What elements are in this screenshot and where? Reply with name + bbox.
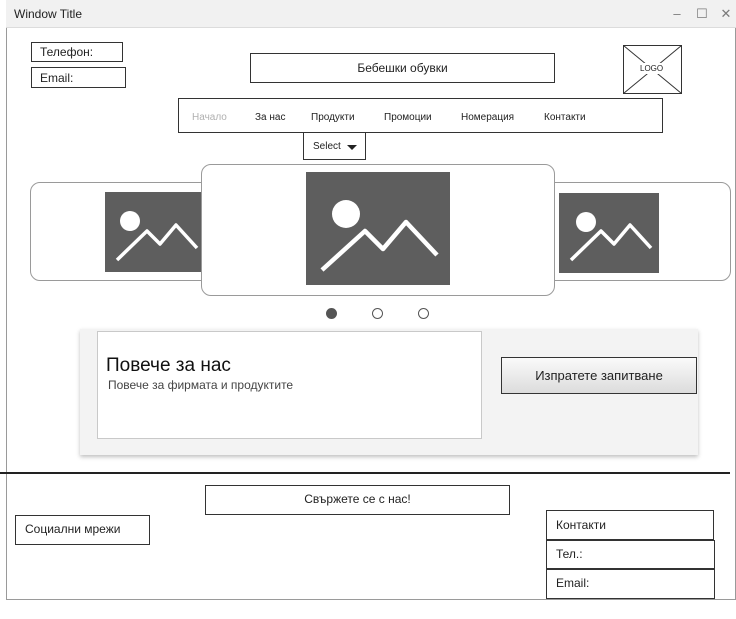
about-subtitle: Повече за фирмата и продуктите <box>108 378 294 392</box>
window-title: Window Title <box>14 7 83 21</box>
footer-email-box: Email: <box>546 569 715 599</box>
footer-divider <box>0 472 730 474</box>
site-title-box: Бебешки обувки <box>250 53 555 83</box>
footer-phone-box: Тел.: <box>546 540 715 569</box>
maximize-icon[interactable]: ☐ <box>692 4 712 24</box>
nav-item-about[interactable]: За нас <box>255 112 285 123</box>
footer-email-label: Email: <box>556 576 590 590</box>
logo[interactable]: LOGO <box>623 45 682 94</box>
select-dropdown[interactable]: Select <box>303 132 366 160</box>
social-networks-label: Социални мрежи <box>25 522 121 536</box>
footer-contacts-title-box: Контакти <box>546 510 714 540</box>
nav-item-products[interactable]: Продукти <box>311 112 355 123</box>
title-bar <box>6 0 736 28</box>
minimize-icon[interactable]: – <box>667 4 687 24</box>
footer-phone-label: Тел.: <box>556 547 583 561</box>
send-inquiry-button[interactable]: Изпратете запитване <box>501 357 697 394</box>
about-heading: Повече за нас <box>106 355 231 376</box>
contact-us-label: Свържете се с нас! <box>304 492 411 506</box>
email-label: Email: <box>40 71 74 85</box>
contact-us-box[interactable]: Свържете се с нас! <box>205 485 510 515</box>
close-icon[interactable]: ✕ <box>716 4 736 24</box>
image-placeholder-icon[interactable] <box>559 193 659 273</box>
site-title: Бебешки обувки <box>357 61 448 75</box>
carousel-dot[interactable] <box>326 308 337 319</box>
nav-item-home[interactable]: Начало <box>192 112 227 123</box>
nav-item-sizes[interactable]: Номерация <box>461 112 514 123</box>
select-label: Select <box>313 141 341 152</box>
social-networks-box[interactable]: Социални мрежи <box>15 515 150 545</box>
email-field: Email: <box>31 67 126 88</box>
chevron-down-icon <box>347 145 357 150</box>
image-placeholder-icon[interactable] <box>306 172 450 285</box>
footer-contacts-title: Контакти <box>556 518 606 532</box>
phone-label: Телефон: <box>40 45 94 59</box>
image-placeholder-icon[interactable] <box>105 192 205 272</box>
phone-field: Телефон: <box>31 42 123 62</box>
carousel-dot[interactable] <box>372 308 383 319</box>
carousel-dot[interactable] <box>418 308 429 319</box>
nav-item-contacts[interactable]: Контакти <box>544 112 586 123</box>
logo-text: LOGO <box>640 64 664 73</box>
nav-item-promotions[interactable]: Промоции <box>384 112 432 123</box>
